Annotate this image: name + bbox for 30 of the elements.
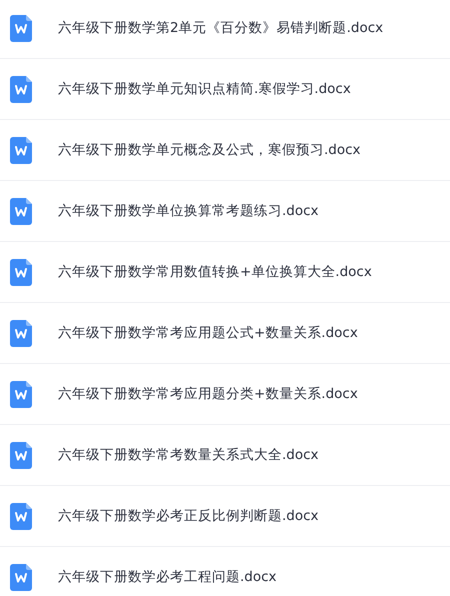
file-row[interactable]: 六年级下册数学单位换算常考题练习.docx [0, 181, 450, 242]
file-row[interactable]: 六年级下册数学常考应用题分类+数量关系.docx [0, 364, 450, 425]
word-document-icon [10, 564, 32, 590]
file-row[interactable]: 六年级下册数学必考正反比例判断题.docx [0, 486, 450, 547]
word-document-icon [10, 502, 32, 530]
file-row[interactable]: 六年级下册数学单元概念及公式，寒假预习.docx [0, 120, 450, 181]
word-document-icon [10, 14, 32, 42]
word-document-icon [10, 198, 32, 224]
file-row[interactable]: 六年级下册数学常考数量关系式大全.docx [0, 425, 450, 486]
file-name: 六年级下册数学常用数值转换+单位换算大全.docx [58, 263, 372, 281]
file-row[interactable]: 六年级下册数学常考应用题公式+数量关系.docx [0, 303, 450, 364]
file-name: 六年级下册数学必考工程问题.docx [58, 568, 277, 586]
word-document-icon [10, 320, 32, 346]
file-name: 六年级下册数学单元概念及公式，寒假预习.docx [58, 141, 361, 159]
file-name: 六年级下册数学常考应用题公式+数量关系.docx [58, 324, 358, 342]
file-row[interactable]: 六年级下册数学必考工程问题.docx [0, 547, 450, 596]
word-document-icon [10, 380, 32, 408]
file-row[interactable]: 六年级下册数学单元知识点精简.寒假学习.docx [0, 59, 450, 120]
file-name: 六年级下册数学必考正反比例判断题.docx [58, 507, 319, 525]
file-name: 六年级下册数学单位换算常考题练习.docx [58, 202, 319, 220]
word-document-icon [10, 258, 32, 286]
file-name: 六年级下册数学常考数量关系式大全.docx [58, 446, 319, 464]
file-row[interactable]: 六年级下册数学第2单元《百分数》易错判断题.docx [0, 0, 450, 59]
file-name: 六年级下册数学第2单元《百分数》易错判断题.docx [58, 19, 384, 37]
word-document-icon [10, 442, 32, 468]
file-row[interactable]: 六年级下册数学常用数值转换+单位换算大全.docx [0, 242, 450, 303]
file-name: 六年级下册数学常考应用题分类+数量关系.docx [58, 385, 358, 403]
word-document-icon [10, 76, 32, 102]
word-document-icon [10, 136, 32, 164]
file-name: 六年级下册数学单元知识点精简.寒假学习.docx [58, 80, 351, 98]
